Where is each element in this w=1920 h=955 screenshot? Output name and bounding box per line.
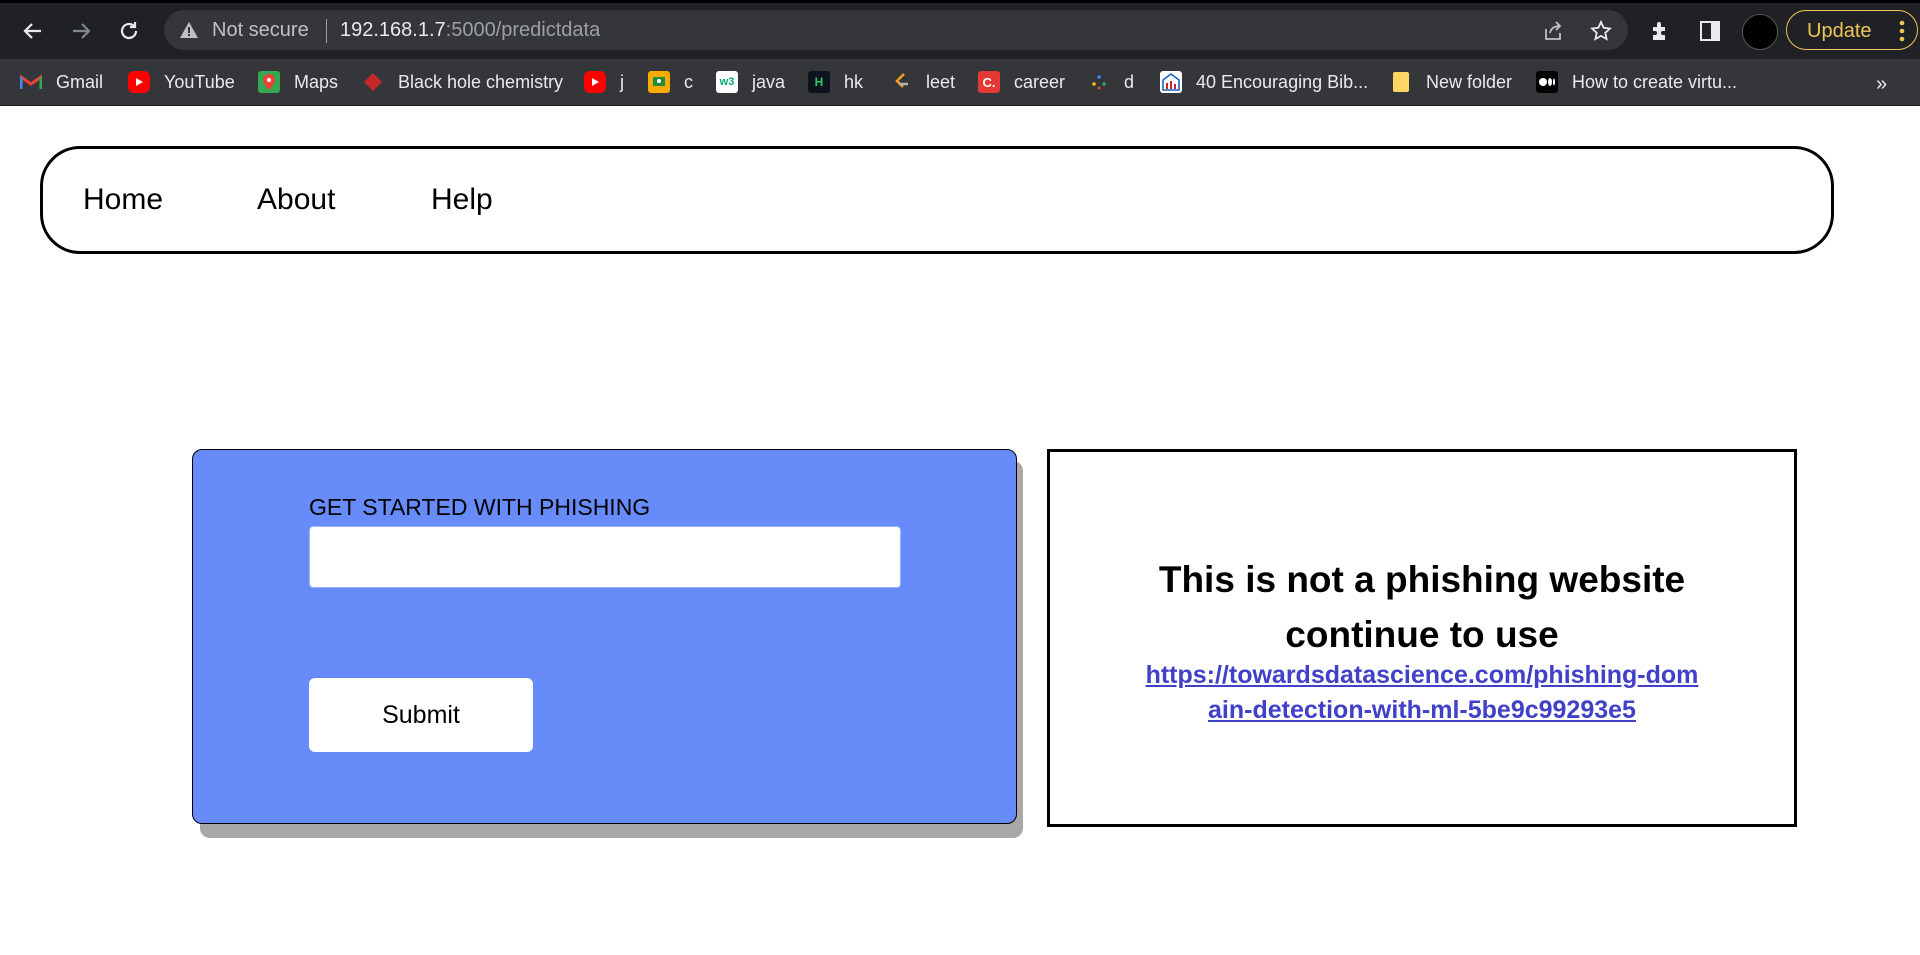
nav-help-link[interactable]: Help [431,183,493,217]
browser-toolbar: Not secure 192.168.1.7:5000/predictdata … [0,0,1920,59]
bookmark-label: hk [844,71,864,92]
warning-icon[interactable] [178,20,200,40]
share-icon[interactable] [1540,18,1566,44]
result-link[interactable]: https://towardsdatascience.com/phishing-… [1140,658,1704,728]
bookmark-encouraging-bible-verses[interactable]: 40 Encouraging Bib... [1160,65,1368,99]
result-line-2: continue to use [1285,614,1559,655]
bookmark-hk[interactable]: H hk [808,65,863,99]
bookmark-java[interactable]: w3 java [716,65,785,99]
bookmark-label: leet [926,71,956,92]
youtube-icon [128,71,150,93]
address-bar[interactable]: Not secure 192.168.1.7:5000/predictdata [164,10,1628,50]
reload-button[interactable] [112,14,146,48]
bookmark-black-hole-chemistry[interactable]: Black hole chemistry [362,65,563,99]
url-host: 192.168.1.7 [340,19,446,41]
bookmark-d[interactable]: d [1088,65,1134,99]
profile-avatar[interactable] [1742,14,1778,50]
bookmark-label: c [684,71,693,92]
bookmark-j[interactable]: j [584,65,624,99]
bookmark-how-to-create[interactable]: How to create virtu... [1536,65,1737,99]
bookmark-new-folder[interactable]: New folder [1390,65,1512,99]
bookmark-label: career [1014,71,1066,92]
phishing-check-form: GET STARTED WITH PHISHING Submit [192,449,1017,824]
nav-about-link[interactable]: About [257,183,335,217]
submit-button[interactable]: Submit [309,678,533,752]
star-icon[interactable] [1588,18,1614,44]
arrow-left-icon [23,23,41,39]
bookmark-label: Maps [294,71,339,92]
bookmark-career[interactable]: C. career [978,65,1065,99]
gmail-icon [20,71,42,93]
bookmark-c[interactable]: c [648,65,693,99]
result-panel: This is not a phishing website continue … [1047,449,1797,827]
url-path: :5000/predictdata [445,19,601,41]
extensions-icon[interactable] [1646,16,1676,46]
bookmark-label: d [1124,71,1135,92]
bookmark-label: Gmail [56,71,104,92]
bookmark-label: Black hole chemistry [398,71,564,92]
bookmark-leet[interactable]: leet [890,65,955,99]
bookmarks-bar: Gmail YouTube Maps Black hole chemistry … [0,59,1920,106]
classroom-icon [648,71,670,93]
nav-home-link[interactable]: Home [83,183,163,217]
bookmark-gmail[interactable]: Gmail [20,65,103,99]
bookmark-label: 40 Encouraging Bib... [1196,71,1369,92]
bookmark-label: j [620,71,624,92]
back-button[interactable] [16,14,50,48]
more-vert-icon [1899,20,1905,42]
bookmark-maps[interactable]: Maps [258,65,338,99]
w3-icon: w3 [716,71,738,93]
result-line-1: This is not a phishing website [1158,559,1686,600]
bookmark-label: New folder [1426,71,1513,92]
leetcode-icon [890,71,912,93]
bookmark-red-icon [362,71,384,93]
bookmarks-overflow-icon[interactable]: » [1876,73,1887,96]
window-edge [0,0,1920,3]
security-status[interactable]: Not secure [212,19,309,42]
folder-icon [1390,71,1412,93]
bookmark-youtube[interactable]: YouTube [128,65,235,99]
bible-site-icon [1160,71,1182,93]
url-input[interactable] [309,526,901,588]
address-divider [326,19,327,43]
form-label: GET STARTED WITH PHISHING [309,494,651,520]
bookmark-label: java [752,71,786,92]
arrow-right-icon [73,23,91,39]
codechef-icon: C. [978,71,1000,93]
hackerrank-icon: H [808,71,830,93]
youtube-icon [584,71,606,93]
maps-icon [258,71,280,93]
bookmark-label: YouTube [164,71,235,92]
forward-button[interactable] [64,14,98,48]
update-button[interactable]: Update [1786,10,1918,50]
update-label: Update [1807,20,1872,42]
medium-icon [1536,71,1558,93]
dots-icon [1088,71,1110,93]
site-navbar: Home About Help [40,146,1834,254]
side-panel-icon[interactable] [1695,16,1725,46]
url-text[interactable]: 192.168.1.7:5000/predictdata [340,19,600,42]
reload-icon [120,22,138,40]
bookmark-label: How to create virtu... [1572,71,1738,92]
result-message: This is not a phishing website continue … [1050,552,1794,662]
